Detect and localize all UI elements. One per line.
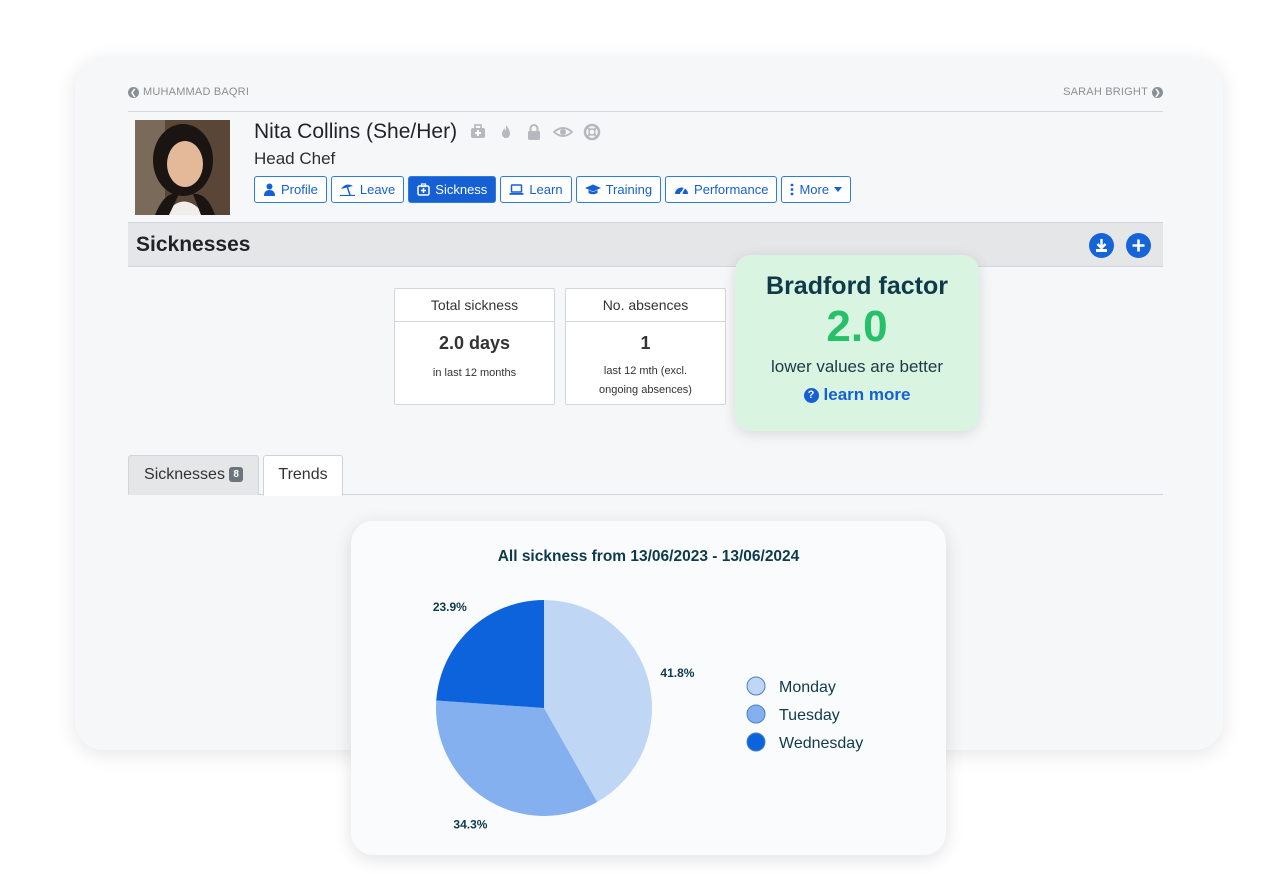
tab-leave[interactable]: Leave [330,176,405,203]
learn-more-label: learn more [823,385,911,404]
chart-title: All sickness from 13/06/2023 - 13/06/202… [498,548,800,565]
employee-name: Nita Collins (She/Her) [254,120,458,143]
legend-label-monday[interactable]: Monday [779,679,836,696]
pie-chart: All sickness from 13/06/2023 - 13/06/202… [433,548,863,832]
next-employee-name: SARAH BRIGHT [1063,86,1148,98]
tab-sickness[interactable]: Sickness [408,176,497,203]
stat-heading: No. absences [566,289,725,322]
lock-icon[interactable] [525,123,543,141]
count-badge: 8 [229,467,243,483]
tab-leave-label: Leave [359,182,396,197]
pie-slice-wednesday[interactable] [436,600,544,708]
learn-more-link[interactable]: ? learn more [735,385,979,405]
next-employee-link[interactable]: SARAH BRIGHT ❯ [1063,86,1163,98]
bradford-title: Bradford factor [766,272,948,300]
stat-heading: Total sickness [395,289,554,322]
eye-icon[interactable] [553,123,574,141]
chevron-left-icon: ❮ [128,86,139,98]
download-button[interactable] [1089,233,1114,258]
bradford-subtitle: lower values are better [771,357,943,376]
legend-swatch-monday[interactable] [746,676,766,696]
absences-card: No. absences 1 last 12 mth (excl. ongoin… [565,288,726,405]
tab-sicknesses-label: Sicknesses [144,466,225,483]
stat-value: 2.0 days [438,333,511,353]
download-icon [1096,239,1107,252]
tab-training-label: Training [605,182,653,197]
tab-sicknesses[interactable]: Sicknesses 8 [128,455,259,495]
tab-profile[interactable]: Profile [254,176,327,203]
employee-nav: ❮ MUHAMMAD BAQRI SARAH BRIGHT ❯ [128,86,1163,112]
vertical-dots-icon [791,183,794,196]
stat-caption: last 12 mth (excl. ongoing absences) [599,365,692,396]
bradford-value: 2.0 [826,302,888,351]
trends-chart-card: All sickness from 13/06/2023 - 13/06/202… [351,521,946,855]
slice-label-tuesday: 34.3% [453,818,487,832]
bradford-factor-card: Bradford factor 2.0 lower values are bet… [735,255,979,431]
stat-caption: in last 12 months [432,367,517,379]
tab-learn-label: Learn [529,182,563,197]
umbrella-beach-icon [339,184,355,196]
graduation-cap-icon [584,184,601,195]
prev-employee-link[interactable]: ❮ MUHAMMAD BAQRI [128,86,249,98]
sickness-subtabs: Sicknesses 8 Trends [128,455,1163,496]
tab-training[interactable]: Training [575,176,662,203]
employee-tabs: Profile Leave Sickness Learn Training Pe… [254,176,852,203]
prev-employee-name: MUHAMMAD BAQRI [143,86,250,98]
section-header: Sicknesses [128,222,1163,267]
legend-swatch-wednesday[interactable] [746,732,766,752]
slice-label-monday: 41.8% [660,666,694,680]
tab-performance-label: Performance [694,182,769,197]
medical-bag-icon[interactable] [469,123,487,141]
tab-trends-label: Trends [278,466,328,483]
chevron-right-icon: ❯ [1152,86,1163,98]
question-circle-icon: ? [803,387,819,403]
status-icons [469,123,601,141]
fire-icon[interactable] [497,123,515,141]
avatar [135,120,230,215]
job-title: Head Chef [254,149,336,168]
add-sickness-button[interactable] [1126,233,1151,258]
laptop-icon [509,184,524,195]
tab-learn[interactable]: Learn [500,176,572,203]
slice-label-wednesday: 23.9% [433,600,467,614]
page: ❮ MUHAMMAD BAQRI SARAH BRIGHT ❯ Nita Col… [0,0,1282,886]
medical-kit-icon [417,183,431,196]
tab-profile-label: Profile [281,182,318,197]
tab-more-label: More [799,182,830,197]
gauge-icon [675,187,689,195]
legend-swatch-tuesday[interactable] [746,704,766,724]
tab-performance[interactable]: Performance [665,176,778,203]
tab-sickness-label: Sickness [435,182,488,197]
user-icon [264,183,275,196]
tab-more[interactable]: More [781,176,852,203]
plus-icon [1132,239,1145,252]
legend-label-tuesday[interactable]: Tuesday [779,707,840,724]
name-row: Nita Collins (She/Her) [254,120,601,144]
caret-down-icon [834,187,843,192]
stat-value: 1 [640,333,651,353]
legend-label-wednesday[interactable]: Wednesday [779,735,863,752]
tab-trends[interactable]: Trends [263,455,343,496]
section-title: Sicknesses [136,233,251,256]
lifebuoy-icon[interactable] [583,123,601,141]
total-sickness-card: Total sickness 2.0 days in last 12 month… [394,288,555,405]
